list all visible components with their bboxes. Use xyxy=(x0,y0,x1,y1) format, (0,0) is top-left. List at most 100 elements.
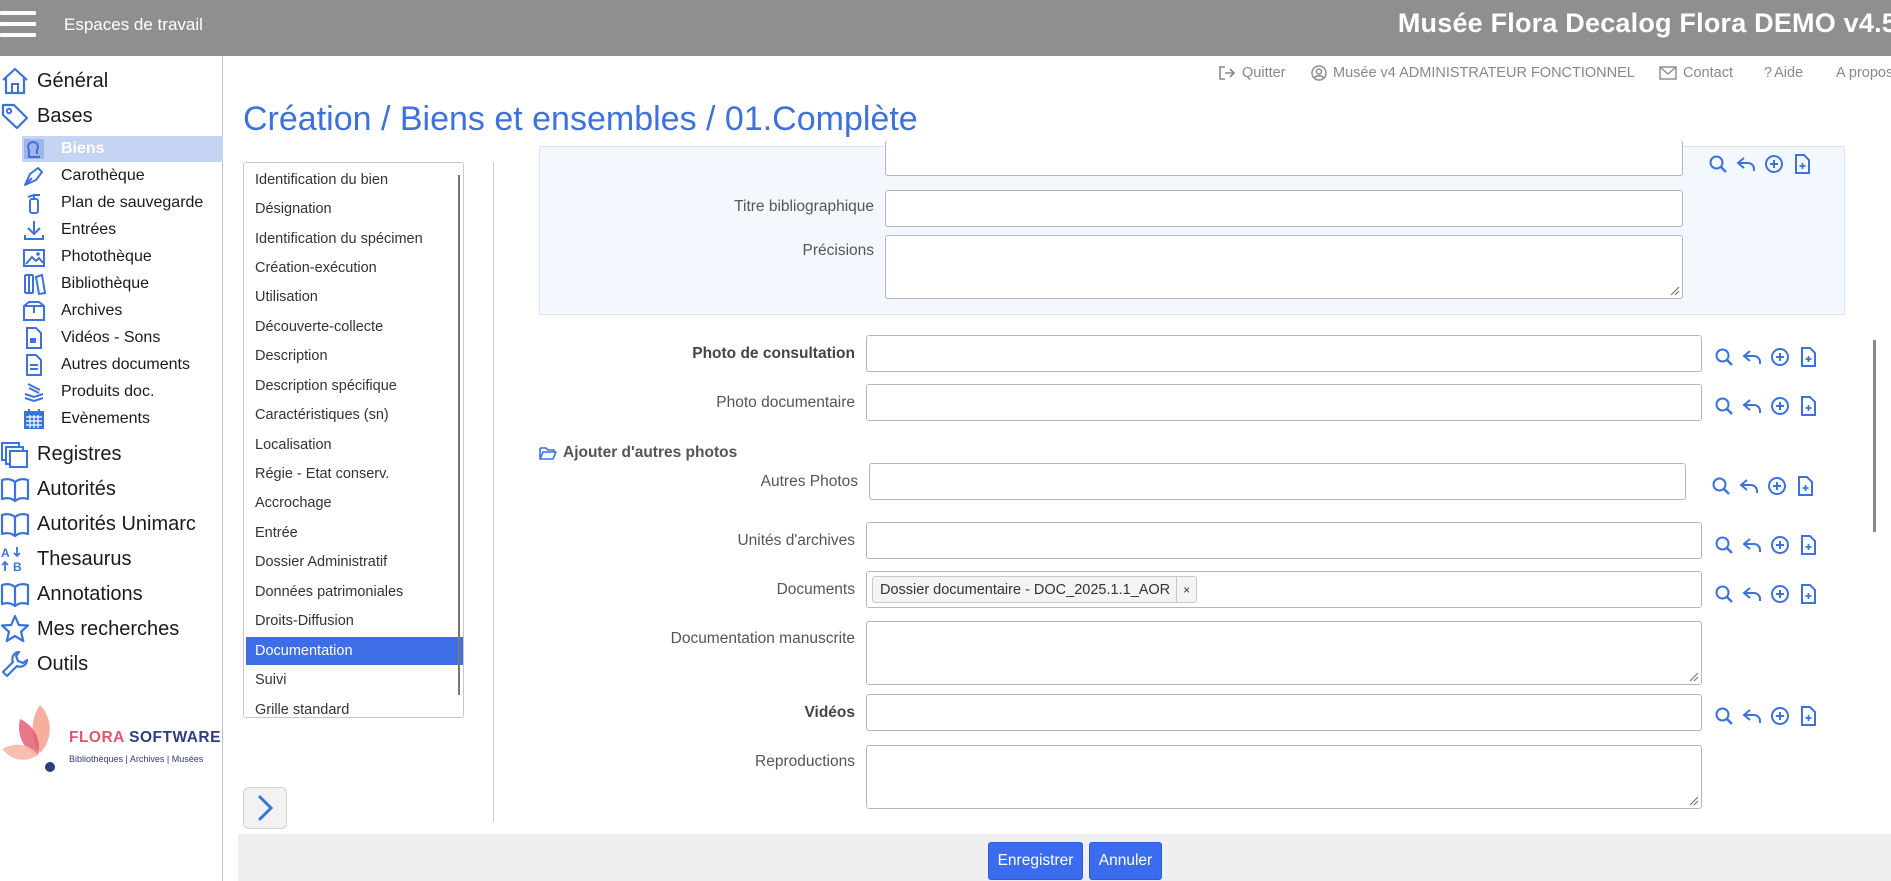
sidebar-item-biens[interactable]: Biens xyxy=(22,136,223,162)
photo-documentaire-input[interactable] xyxy=(866,384,1702,421)
undo-icon[interactable] xyxy=(1742,706,1762,726)
undo-icon[interactable] xyxy=(1742,584,1762,604)
sidebar-item-autorites[interactable]: Autorités xyxy=(0,474,116,504)
sidebar-item-mes-recherches[interactable]: Mes recherches xyxy=(0,614,179,644)
add-circle-icon[interactable] xyxy=(1764,154,1784,174)
precisions-textarea[interactable] xyxy=(885,235,1683,299)
section-item[interactable]: Identification du spécimen xyxy=(246,225,463,253)
sidebar-item-thesaurus[interactable]: AB Thesaurus xyxy=(0,544,132,574)
section-item[interactable]: Création-exécution xyxy=(246,254,463,282)
section-item[interactable]: Dossier Administratif xyxy=(246,548,463,576)
section-item[interactable]: Suivi xyxy=(246,666,463,694)
sidebar-item-phototheque[interactable]: Photothèque xyxy=(22,244,152,270)
section-item[interactable]: Droits-Diffusion xyxy=(246,607,463,635)
section-item[interactable]: Régie - Etat conserv. xyxy=(246,460,463,488)
search-icon[interactable] xyxy=(1711,476,1731,496)
section-item[interactable]: Accrochage xyxy=(246,489,463,517)
resize-grip-icon[interactable] xyxy=(1687,794,1699,806)
new-file-icon[interactable] xyxy=(1798,347,1818,367)
user-link[interactable]: Musée v4 ADMINISTRATEUR FONCTIONNEL xyxy=(1311,65,1635,81)
section-item[interactable]: Données patrimoniales xyxy=(246,578,463,606)
sidebar-item-archives[interactable]: Archives xyxy=(22,298,122,324)
sidebar-item-evenements[interactable]: Evènements xyxy=(22,406,150,432)
section-item[interactable]: Entrée xyxy=(246,519,463,547)
sidebar-item-autorites-unimarc[interactable]: Autorités Unimarc xyxy=(0,509,196,539)
undo-icon[interactable] xyxy=(1742,396,1762,416)
add-circle-icon[interactable] xyxy=(1770,535,1790,555)
search-icon[interactable] xyxy=(1714,535,1734,555)
unites-archives-input[interactable] xyxy=(866,522,1702,559)
sidebar-item-videos-sons[interactable]: Vidéos - Sons xyxy=(22,325,160,351)
add-circle-icon[interactable] xyxy=(1770,706,1790,726)
new-file-icon[interactable] xyxy=(1798,706,1818,726)
photo-consultation-input[interactable] xyxy=(866,335,1702,372)
search-icon[interactable] xyxy=(1714,584,1734,604)
new-file-icon[interactable] xyxy=(1792,154,1812,174)
add-circle-icon[interactable] xyxy=(1767,476,1787,496)
workspaces-link[interactable]: Espaces de travail xyxy=(64,15,203,35)
section-item[interactable]: Caractéristiques (sn) xyxy=(246,401,463,429)
sidebar-item-bases[interactable]: Bases xyxy=(0,101,93,131)
sidebar-item-outils[interactable]: Outils xyxy=(0,649,88,679)
remove-chip-button[interactable]: × xyxy=(1176,577,1196,602)
contact-link[interactable]: Contact xyxy=(1659,65,1733,81)
document-chip-label: Dossier documentaire - DOC_2025.1.1_AOR xyxy=(880,581,1171,598)
add-circle-icon[interactable] xyxy=(1770,347,1790,367)
reproductions-textarea[interactable] xyxy=(866,745,1702,809)
add-circle-icon[interactable] xyxy=(1770,584,1790,604)
section-list-scrollbar[interactable] xyxy=(458,175,460,695)
sidebar-item-plan-sauvegarde[interactable]: Plan de sauvegarde xyxy=(22,190,203,216)
sidebar-item-label: Mes recherches xyxy=(37,617,180,640)
new-file-icon[interactable] xyxy=(1798,584,1818,604)
sidebar-item-carotheque[interactable]: Carothèque xyxy=(22,163,145,189)
section-item[interactable]: Découverte-collecte xyxy=(246,313,463,341)
resize-grip-icon[interactable] xyxy=(1687,670,1699,682)
titre-bibliographique-input[interactable] xyxy=(885,190,1683,227)
undo-icon[interactable] xyxy=(1742,535,1762,555)
new-file-icon[interactable] xyxy=(1798,535,1818,555)
section-item[interactable]: Localisation xyxy=(246,431,463,459)
section-item[interactable]: Identification du bien xyxy=(246,166,463,194)
videos-input[interactable] xyxy=(866,694,1702,731)
undo-icon[interactable] xyxy=(1742,347,1762,367)
search-icon[interactable] xyxy=(1714,396,1734,416)
sidebar-item-produits-doc[interactable]: Produits doc. xyxy=(22,379,154,405)
about-link[interactable]: A propos xyxy=(1836,65,1891,81)
quit-link[interactable]: Quitter xyxy=(1218,65,1286,81)
photo-consultation-actions xyxy=(1714,347,1818,367)
cancel-button[interactable]: Annuler xyxy=(1089,842,1162,880)
sidebar-item-annotations[interactable]: Annotations xyxy=(0,579,143,609)
add-other-photos-toggle[interactable]: Ajouter d'autres photos xyxy=(539,444,737,462)
sidebar-item-bibliotheque[interactable]: Bibliothèque xyxy=(22,271,149,297)
help-link[interactable]: ? Aide xyxy=(1764,65,1803,81)
titre-bibliographique-label: Titre bibliographique xyxy=(734,198,874,215)
flora-logo-icon xyxy=(2,705,55,772)
expand-panel-button[interactable] xyxy=(243,787,287,829)
section-item[interactable]: Désignation xyxy=(246,195,463,223)
documentation-manuscrite-textarea[interactable] xyxy=(866,621,1702,685)
section-item[interactable]: Description xyxy=(246,342,463,370)
sidebar-item-registres[interactable]: Registres xyxy=(0,439,121,469)
menu-icon[interactable] xyxy=(0,9,36,39)
section-item-active[interactable]: Documentation xyxy=(246,637,463,665)
save-button[interactable]: Enregistrer xyxy=(988,842,1083,880)
undo-icon[interactable] xyxy=(1736,154,1756,174)
undo-icon[interactable] xyxy=(1739,476,1759,496)
resize-grip-icon[interactable] xyxy=(1668,284,1680,296)
search-icon[interactable] xyxy=(1708,154,1728,174)
section-item[interactable]: Grille standard xyxy=(246,696,463,717)
add-circle-icon[interactable] xyxy=(1770,396,1790,416)
sidebar-item-autres-documents[interactable]: Autres documents xyxy=(22,352,190,378)
search-icon[interactable] xyxy=(1714,706,1734,726)
form-scrollbar[interactable] xyxy=(1873,340,1876,532)
section-item[interactable]: Utilisation xyxy=(246,283,463,311)
autres-photos-input[interactable] xyxy=(869,463,1686,500)
new-file-icon[interactable] xyxy=(1798,396,1818,416)
section-item[interactable]: Description spécifique xyxy=(246,372,463,400)
sidebar-item-label: Général xyxy=(37,69,109,92)
field-partial-input[interactable] xyxy=(885,140,1683,176)
search-icon[interactable] xyxy=(1714,347,1734,367)
sidebar-item-entrees[interactable]: Entrées xyxy=(22,217,116,243)
sidebar-item-general[interactable]: Général xyxy=(0,66,108,96)
new-file-icon[interactable] xyxy=(1795,476,1815,496)
